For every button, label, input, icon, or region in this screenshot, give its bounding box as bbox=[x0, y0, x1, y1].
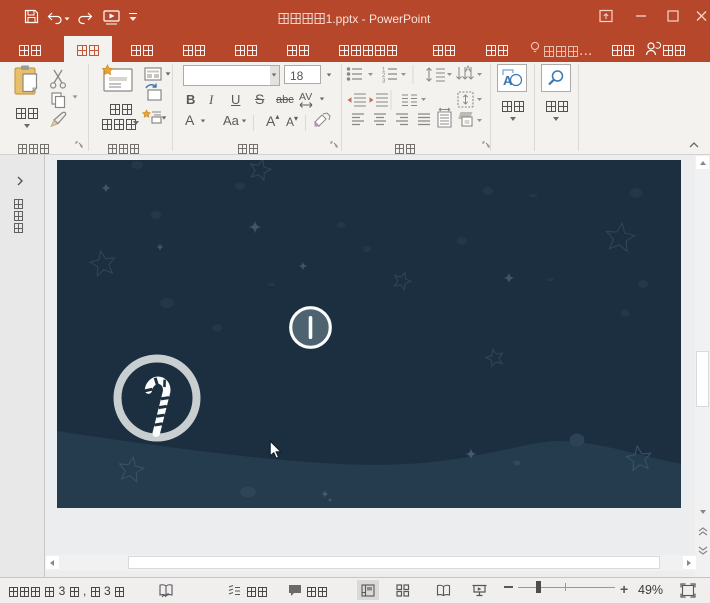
svg-text:A: A bbox=[465, 64, 471, 74]
svg-text:A: A bbox=[503, 73, 513, 88]
svg-text:3: 3 bbox=[382, 79, 386, 85]
